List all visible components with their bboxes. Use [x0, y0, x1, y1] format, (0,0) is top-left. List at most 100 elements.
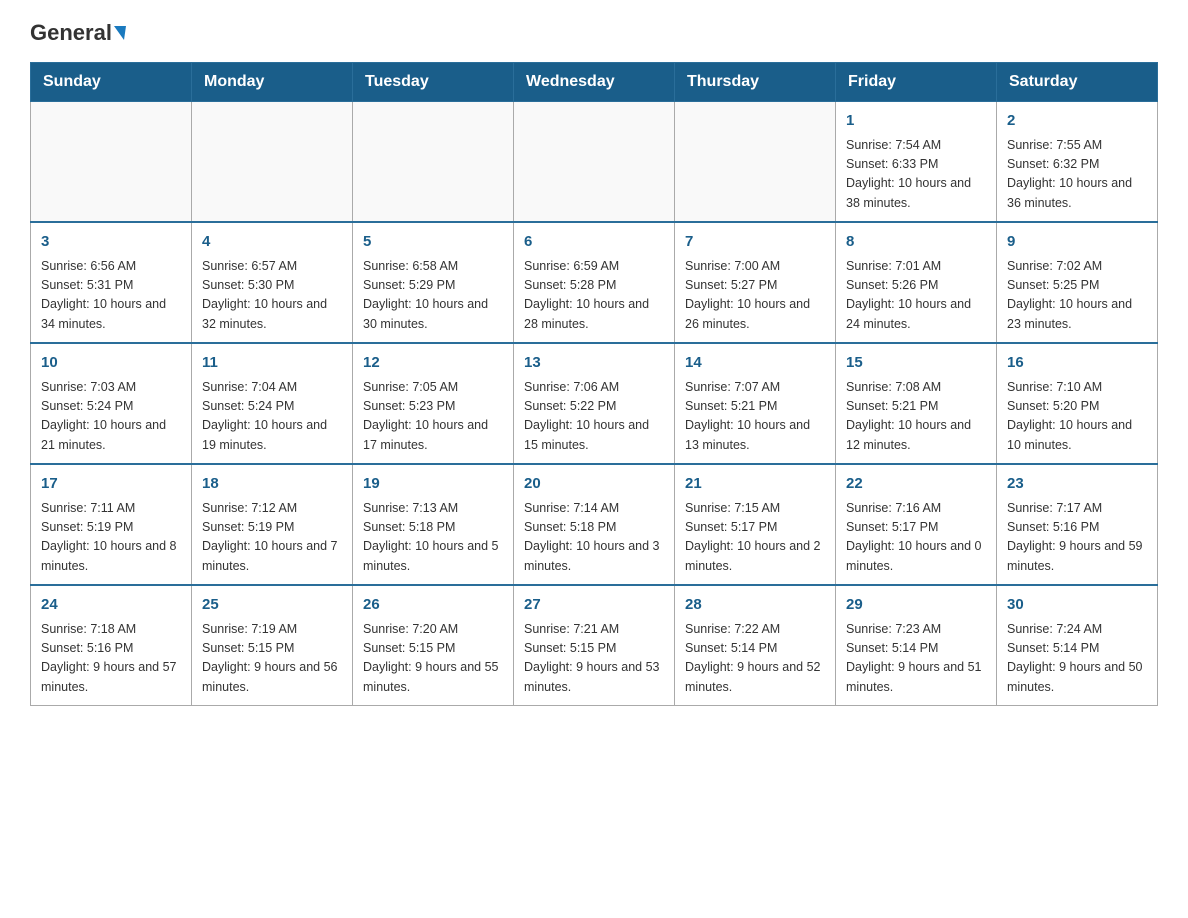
- day-sun-info: Sunrise: 7:15 AM Sunset: 5:17 PM Dayligh…: [685, 499, 825, 577]
- day-of-week-header: Monday: [192, 63, 353, 102]
- day-of-week-header: Friday: [836, 63, 997, 102]
- day-number: 21: [685, 473, 825, 496]
- day-number: 19: [363, 473, 503, 496]
- day-number: 14: [685, 352, 825, 375]
- calendar-cell: 19 Sunrise: 7:13 AM Sunset: 5:18 PM Dayli…: [353, 464, 514, 585]
- day-number: 30: [1007, 594, 1147, 617]
- day-sun-info: Sunrise: 7:23 AM Sunset: 5:14 PM Dayligh…: [846, 620, 986, 698]
- day-sun-info: Sunrise: 7:07 AM Sunset: 5:21 PM Dayligh…: [685, 378, 825, 456]
- calendar-cell: 27 Sunrise: 7:21 AM Sunset: 5:15 PM Dayli…: [514, 585, 675, 706]
- calendar-week-row: 17 Sunrise: 7:11 AM Sunset: 5:19 PM Dayli…: [31, 464, 1158, 585]
- calendar-cell: 1 Sunrise: 7:54 AM Sunset: 6:33 PM Daylig…: [836, 102, 997, 223]
- day-number: 2: [1007, 110, 1147, 133]
- day-sun-info: Sunrise: 7:55 AM Sunset: 6:32 PM Dayligh…: [1007, 136, 1147, 214]
- calendar-cell: 10 Sunrise: 7:03 AM Sunset: 5:24 PM Dayli…: [31, 343, 192, 464]
- day-number: 20: [524, 473, 664, 496]
- day-sun-info: Sunrise: 7:08 AM Sunset: 5:21 PM Dayligh…: [846, 378, 986, 456]
- day-sun-info: Sunrise: 6:59 AM Sunset: 5:28 PM Dayligh…: [524, 257, 664, 335]
- calendar-cell: 9 Sunrise: 7:02 AM Sunset: 5:25 PM Daylig…: [997, 222, 1158, 343]
- calendar-cell: 12 Sunrise: 7:05 AM Sunset: 5:23 PM Dayli…: [353, 343, 514, 464]
- day-sun-info: Sunrise: 7:00 AM Sunset: 5:27 PM Dayligh…: [685, 257, 825, 335]
- calendar-cell: [192, 102, 353, 223]
- day-number: 5: [363, 231, 503, 254]
- calendar-cell: 17 Sunrise: 7:11 AM Sunset: 5:19 PM Dayli…: [31, 464, 192, 585]
- calendar-cell: 29 Sunrise: 7:23 AM Sunset: 5:14 PM Dayli…: [836, 585, 997, 706]
- calendar-week-row: 10 Sunrise: 7:03 AM Sunset: 5:24 PM Dayli…: [31, 343, 1158, 464]
- day-number: 10: [41, 352, 181, 375]
- logo-text: General: [30, 20, 126, 46]
- day-of-week-header: Sunday: [31, 63, 192, 102]
- calendar-cell: 7 Sunrise: 7:00 AM Sunset: 5:27 PM Daylig…: [675, 222, 836, 343]
- day-number: 3: [41, 231, 181, 254]
- day-sun-info: Sunrise: 6:56 AM Sunset: 5:31 PM Dayligh…: [41, 257, 181, 335]
- day-number: 8: [846, 231, 986, 254]
- day-number: 12: [363, 352, 503, 375]
- day-number: 17: [41, 473, 181, 496]
- day-number: 7: [685, 231, 825, 254]
- day-number: 4: [202, 231, 342, 254]
- calendar-cell: 13Sunrise: 7:06 AM Sunset: 5:22 PM Dayli…: [514, 343, 675, 464]
- day-of-week-header: Tuesday: [353, 63, 514, 102]
- calendar-cell: 4 Sunrise: 6:57 AM Sunset: 5:30 PM Daylig…: [192, 222, 353, 343]
- calendar-cell: 8Sunrise: 7:01 AM Sunset: 5:26 PM Daylig…: [836, 222, 997, 343]
- calendar-cell: 14 Sunrise: 7:07 AM Sunset: 5:21 PM Dayli…: [675, 343, 836, 464]
- calendar-cell: [31, 102, 192, 223]
- day-number: 24: [41, 594, 181, 617]
- day-sun-info: Sunrise: 7:21 AM Sunset: 5:15 PM Dayligh…: [524, 620, 664, 698]
- day-number: 27: [524, 594, 664, 617]
- day-sun-info: Sunrise: 7:20 AM Sunset: 5:15 PM Dayligh…: [363, 620, 503, 698]
- day-sun-info: Sunrise: 7:13 AM Sunset: 5:18 PM Dayligh…: [363, 499, 503, 577]
- calendar-cell: 5 Sunrise: 6:58 AM Sunset: 5:29 PM Daylig…: [353, 222, 514, 343]
- calendar-cell: [675, 102, 836, 223]
- day-sun-info: Sunrise: 7:24 AM Sunset: 5:14 PM Dayligh…: [1007, 620, 1147, 698]
- day-sun-info: Sunrise: 7:06 AM Sunset: 5:22 PM Dayligh…: [524, 378, 664, 456]
- day-sun-info: Sunrise: 7:04 AM Sunset: 5:24 PM Dayligh…: [202, 378, 342, 456]
- day-number: 1: [846, 110, 986, 133]
- day-number: 15: [846, 352, 986, 375]
- day-sun-info: Sunrise: 7:10 AM Sunset: 5:20 PM Dayligh…: [1007, 378, 1147, 456]
- calendar-header-row: SundayMondayTuesdayWednesdayThursdayFrid…: [31, 63, 1158, 102]
- day-sun-info: Sunrise: 7:54 AM Sunset: 6:33 PM Dayligh…: [846, 136, 986, 214]
- day-sun-info: Sunrise: 6:57 AM Sunset: 5:30 PM Dayligh…: [202, 257, 342, 335]
- calendar-cell: [353, 102, 514, 223]
- calendar-cell: 11 Sunrise: 7:04 AM Sunset: 5:24 PM Dayli…: [192, 343, 353, 464]
- day-number: 22: [846, 473, 986, 496]
- calendar-cell: [514, 102, 675, 223]
- day-sun-info: Sunrise: 7:11 AM Sunset: 5:19 PM Dayligh…: [41, 499, 181, 577]
- day-of-week-header: Thursday: [675, 63, 836, 102]
- day-number: 29: [846, 594, 986, 617]
- calendar-table: SundayMondayTuesdayWednesdayThursdayFrid…: [30, 62, 1158, 706]
- day-number: 9: [1007, 231, 1147, 254]
- day-number: 25: [202, 594, 342, 617]
- day-number: 18: [202, 473, 342, 496]
- calendar-cell: 15 Sunrise: 7:08 AM Sunset: 5:21 PM Dayli…: [836, 343, 997, 464]
- day-number: 26: [363, 594, 503, 617]
- day-sun-info: Sunrise: 7:02 AM Sunset: 5:25 PM Dayligh…: [1007, 257, 1147, 335]
- day-number: 11: [202, 352, 342, 375]
- calendar-cell: 23Sunrise: 7:17 AM Sunset: 5:16 PM Dayli…: [997, 464, 1158, 585]
- calendar-cell: 16 Sunrise: 7:10 AM Sunset: 5:20 PM Dayli…: [997, 343, 1158, 464]
- day-sun-info: Sunrise: 6:58 AM Sunset: 5:29 PM Dayligh…: [363, 257, 503, 335]
- day-sun-info: Sunrise: 7:05 AM Sunset: 5:23 PM Dayligh…: [363, 378, 503, 456]
- calendar-cell: 21 Sunrise: 7:15 AM Sunset: 5:17 PM Dayli…: [675, 464, 836, 585]
- day-sun-info: Sunrise: 7:12 AM Sunset: 5:19 PM Dayligh…: [202, 499, 342, 577]
- day-number: 28: [685, 594, 825, 617]
- calendar-cell: 25Sunrise: 7:19 AM Sunset: 5:15 PM Dayli…: [192, 585, 353, 706]
- calendar-cell: 3 Sunrise: 6:56 AM Sunset: 5:31 PM Daylig…: [31, 222, 192, 343]
- calendar-week-row: 1 Sunrise: 7:54 AM Sunset: 6:33 PM Daylig…: [31, 102, 1158, 223]
- calendar-cell: 28Sunrise: 7:22 AM Sunset: 5:14 PM Dayli…: [675, 585, 836, 706]
- calendar-cell: 20 Sunrise: 7:14 AM Sunset: 5:18 PM Dayli…: [514, 464, 675, 585]
- day-sun-info: Sunrise: 7:03 AM Sunset: 5:24 PM Dayligh…: [41, 378, 181, 456]
- day-of-week-header: Saturday: [997, 63, 1158, 102]
- calendar-cell: 26 Sunrise: 7:20 AM Sunset: 5:15 PM Dayli…: [353, 585, 514, 706]
- calendar-cell: 6Sunrise: 6:59 AM Sunset: 5:28 PM Daylig…: [514, 222, 675, 343]
- day-number: 23: [1007, 473, 1147, 496]
- calendar-cell: 18 Sunrise: 7:12 AM Sunset: 5:19 PM Dayli…: [192, 464, 353, 585]
- day-sun-info: Sunrise: 7:16 AM Sunset: 5:17 PM Dayligh…: [846, 499, 986, 577]
- day-sun-info: Sunrise: 7:18 AM Sunset: 5:16 PM Dayligh…: [41, 620, 181, 698]
- calendar-week-row: 3 Sunrise: 6:56 AM Sunset: 5:31 PM Daylig…: [31, 222, 1158, 343]
- day-number: 16: [1007, 352, 1147, 375]
- logo: General: [30, 20, 126, 42]
- page-header: General: [30, 20, 1158, 42]
- day-sun-info: Sunrise: 7:14 AM Sunset: 5:18 PM Dayligh…: [524, 499, 664, 577]
